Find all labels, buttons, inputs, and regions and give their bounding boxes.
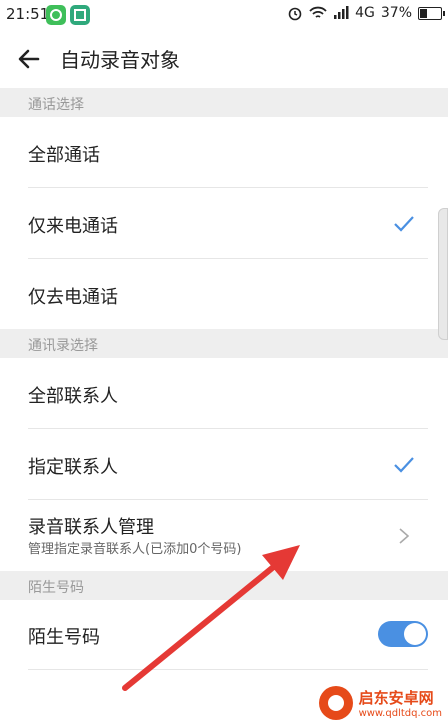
divider: [28, 669, 428, 670]
section-header-label: 通讯录选择: [28, 338, 98, 354]
option-stranger-numbers[interactable]: 陌生号码: [0, 600, 448, 670]
status-time: 21:51: [6, 5, 50, 23]
option-specified-contacts[interactable]: 指定联系人: [0, 429, 448, 500]
option-label: 全部联系人: [28, 386, 118, 407]
scan-app-icon: [70, 5, 90, 25]
back-arrow-icon[interactable]: [14, 44, 44, 74]
checkmark-icon: [394, 457, 414, 473]
option-all-contacts[interactable]: 全部联系人: [0, 358, 448, 429]
edge-scroll-handle[interactable]: [438, 208, 448, 340]
battery-percent: 37%: [380, 5, 412, 21]
network-type: 4G: [355, 5, 375, 21]
watermark-logo-icon: [318, 686, 353, 720]
option-label: 陌生号码: [28, 627, 100, 648]
option-all-calls[interactable]: 全部通话: [0, 117, 448, 188]
manage-contacts-subtitle: 管理指定录音联系人(已添加0个号码): [28, 542, 242, 557]
watermark-url: www.qdltdq.com: [358, 708, 442, 719]
checkmark-icon: [394, 216, 414, 232]
page-header: 自动录音对象: [0, 30, 448, 88]
app-notification-icon: [46, 5, 66, 25]
manage-recording-contacts[interactable]: 录音联系人管理 管理指定录音联系人(已添加0个号码): [0, 500, 448, 571]
stranger-toggle[interactable]: [378, 621, 428, 647]
section-header-stranger: 陌生号码: [0, 571, 448, 600]
battery-icon: [418, 6, 445, 20]
chevron-right-icon: [399, 528, 410, 544]
section-header-contacts-select: 通讯录选择: [0, 329, 448, 358]
section-header-call-select: 通话选择: [0, 88, 448, 117]
option-incoming-only[interactable]: 仅来电通话: [0, 188, 448, 259]
watermark-name: 启东安卓网: [358, 689, 434, 707]
section-header-label: 陌生号码: [28, 580, 84, 596]
wifi-icon: [309, 6, 327, 18]
option-label: 仅去电通话: [28, 287, 118, 308]
watermark: 启东安卓网 www.qdltdq.com: [318, 686, 442, 720]
option-outgoing-only[interactable]: 仅去电通话: [0, 259, 448, 329]
alarm-icon: [288, 7, 302, 21]
section-header-label: 通话选择: [28, 97, 84, 113]
option-label: 指定联系人: [28, 457, 118, 478]
signal-icon: [334, 6, 349, 19]
option-label: 全部通话: [28, 145, 100, 166]
status-indicators: 4G 37%: [287, 5, 445, 21]
option-label: 仅来电通话: [28, 216, 118, 237]
page-title: 自动录音对象: [60, 48, 180, 72]
manage-contacts-title: 录音联系人管理: [28, 517, 154, 538]
status-bar: 21:51 4G 37%: [0, 0, 448, 30]
